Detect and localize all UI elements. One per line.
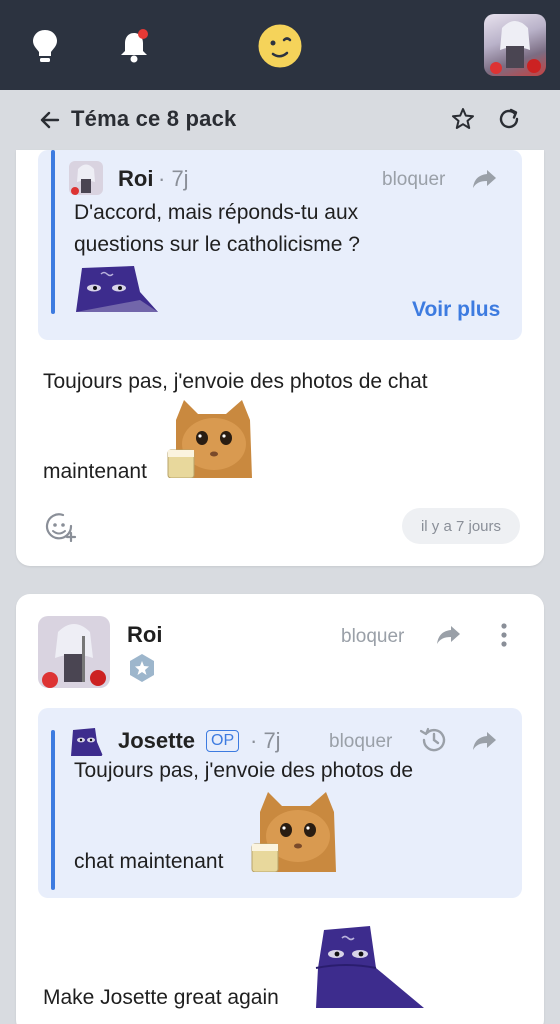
rank-badge-icon: [126, 652, 158, 684]
op-badge: OP: [206, 730, 240, 752]
quote-bar: [51, 730, 55, 890]
quote-age: · 7j: [158, 166, 189, 191]
quote-text-line-1: Toujours pas, j'envoie des photos de: [74, 759, 414, 782]
post-card: Roi · 7j bloquer D'accord, mais réponds-…: [16, 150, 544, 566]
avatar[interactable]: [69, 161, 103, 195]
block-button[interactable]: bloquer: [341, 626, 404, 648]
quoted-post[interactable]: Josette OP · 7j bloquer Toujours pas, j'…: [38, 708, 522, 898]
quote-text-line-2: questions sur le catholicisme ?: [74, 233, 360, 256]
star-icon[interactable]: [450, 106, 476, 132]
smiley-icon[interactable]: [256, 22, 304, 70]
see-more-link[interactable]: Voir plus: [412, 298, 500, 322]
post-text-line-2: maintenant: [43, 460, 147, 483]
cat-sticker: [250, 790, 342, 873]
more-vertical-icon[interactable]: [494, 620, 514, 650]
post-text-line-1: Toujours pas, j'envoie des photos de cha…: [43, 370, 428, 393]
purple-creature-sticker: [314, 924, 426, 1008]
block-button[interactable]: bloquer: [329, 731, 392, 753]
top-bar: [0, 0, 560, 90]
thread-header: Téma ce 8 pack: [0, 90, 560, 150]
quote-text-line-2: chat maintenant: [74, 850, 224, 873]
quote-author[interactable]: Josette: [118, 728, 195, 754]
history-icon[interactable]: [418, 726, 448, 754]
share-icon[interactable]: [470, 728, 500, 754]
timestamp-chip: il y a 7 jours: [402, 508, 520, 544]
quote-author[interactable]: Roi: [118, 166, 153, 192]
author-avatar[interactable]: [38, 616, 110, 688]
share-icon[interactable]: [434, 622, 464, 648]
quote-bar: [51, 150, 55, 314]
bulb-icon[interactable]: [23, 24, 67, 68]
post-text: Make Josette great again: [43, 986, 279, 1009]
quote-text-line-1: D'accord, mais réponds-tu aux: [74, 201, 359, 224]
cat-sticker: [166, 398, 258, 479]
avatar[interactable]: [69, 724, 103, 758]
add-reaction-icon[interactable]: [44, 512, 78, 542]
quoted-post[interactable]: Roi · 7j bloquer D'accord, mais réponds-…: [38, 150, 522, 340]
user-avatar[interactable]: [484, 14, 546, 76]
purple-creature-sticker: [74, 262, 160, 314]
notifications-bell-icon[interactable]: [112, 24, 156, 68]
back-arrow-icon[interactable]: [38, 108, 62, 132]
block-button[interactable]: bloquer: [382, 169, 445, 191]
post-author[interactable]: Roi: [127, 622, 162, 648]
post-card: Roi bloquer Josette OP · 7j bloquer Touj…: [16, 594, 544, 1024]
share-icon[interactable]: [470, 166, 500, 192]
quote-age: · 7j: [250, 728, 281, 753]
thread-title: Téma ce 8 pack: [71, 106, 237, 131]
refresh-icon[interactable]: [496, 106, 522, 132]
